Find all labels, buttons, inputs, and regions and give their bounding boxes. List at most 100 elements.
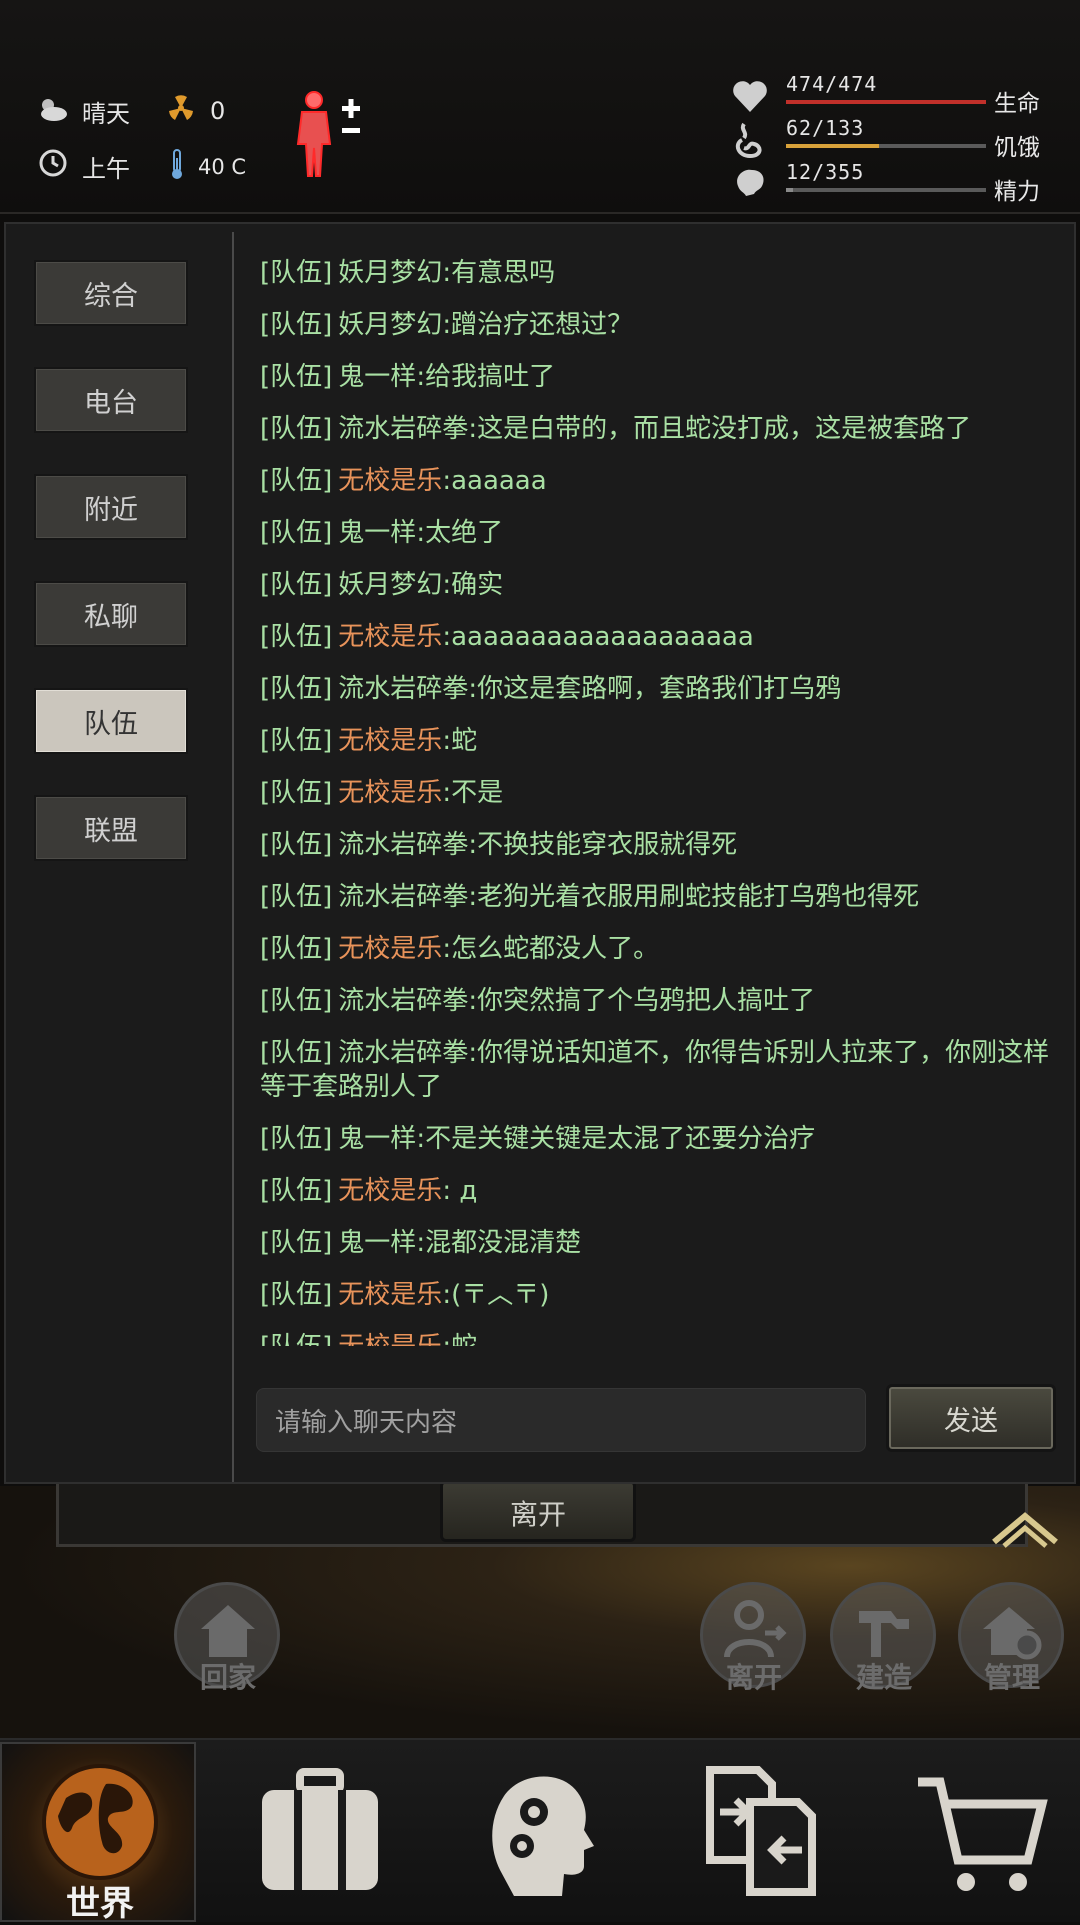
message-channel: [队伍] <box>260 986 333 1016</box>
body-status-icon[interactable] <box>292 88 366 180</box>
message-text: :不是关键关键是太混了还要分治疗 <box>416 1124 816 1154</box>
globe-icon <box>42 1764 158 1880</box>
tab-channel[interactable]: 队伍 <box>34 688 188 754</box>
message-text: :不是 <box>442 778 504 808</box>
message-sender[interactable]: 鬼一样 <box>338 518 416 548</box>
thermometer-icon <box>170 148 184 186</box>
chat-message: [队伍] 流水岩碎拳:你这是套路啊，套路我们打乌鸦 <box>260 672 1060 706</box>
message-sender[interactable]: 鬼一样 <box>338 1124 416 1154</box>
message-sender[interactable]: 流水岩碎拳 <box>338 1038 468 1068</box>
message-channel: [队伍] <box>260 518 333 548</box>
message-text: :不换技能穿衣服就得死 <box>468 830 738 860</box>
leave-label: 离开 <box>725 1661 782 1694</box>
message-channel: [队伍] <box>260 310 333 340</box>
tab-channel[interactable]: 私聊 <box>34 581 188 647</box>
message-text: :蛇 <box>442 1332 477 1346</box>
hunger-fill <box>786 144 880 148</box>
message-sender[interactable]: 流水岩碎拳 <box>338 674 468 704</box>
message-sender[interactable]: 鬼一样 <box>338 1228 416 1258</box>
message-channel: [队伍] <box>260 1124 333 1154</box>
hunger-bar: 62/133 饥饿 <box>730 116 1050 161</box>
energy-label: 精力 <box>994 179 1040 205</box>
radiation-value: 0 <box>210 97 226 125</box>
message-channel: [队伍] <box>260 830 333 860</box>
message-channel: [队伍] <box>260 1228 333 1258</box>
message-text: :给我搞吐了 <box>416 362 556 392</box>
chat-message: [队伍] 鬼一样:太绝了 <box>260 516 1060 550</box>
message-sender[interactable]: 无校是乐 <box>338 934 442 964</box>
message-sender[interactable]: 无校是乐 <box>338 622 442 652</box>
tab-channel[interactable]: 附近 <box>34 474 188 540</box>
message-sender[interactable]: 妖月梦幻 <box>338 570 442 600</box>
build-label: 建造 <box>855 1661 912 1694</box>
chat-message: [队伍] 无校是乐:蛇 <box>260 1330 1060 1346</box>
nav-backpack[interactable] <box>240 1750 400 1910</box>
energy-track <box>786 188 986 192</box>
chevron-up-icon[interactable] <box>990 1504 1060 1548</box>
chat-message: [队伍] 无校是乐:不是 <box>260 776 1060 810</box>
message-channel: [队伍] <box>260 1280 333 1310</box>
nav-world-label: 世界 <box>66 1884 134 1924</box>
message-text: :有意思吗 <box>442 258 556 288</box>
chat-message: [队伍] 流水岩碎拳:你突然搞了个乌鸦把人搞吐了 <box>260 984 1060 1018</box>
bottom-nav: 世界 <box>0 1738 1080 1924</box>
message-text: :你这是套路啊，套路我们打乌鸦 <box>468 674 842 704</box>
message-sender[interactable]: 流水岩碎拳 <box>338 830 468 860</box>
message-sender[interactable]: 无校是乐 <box>338 1332 442 1346</box>
message-channel: [队伍] <box>260 362 333 392</box>
clock-icon <box>38 148 68 184</box>
partly-cloudy-icon <box>36 96 68 128</box>
message-list[interactable]: [队伍] 妖月梦幻:有意思吗 [队伍] 妖月梦幻:蹭治疗还想过？ [队伍] 鬼一样:给我搞… <box>260 256 1060 1346</box>
message-sender[interactable]: 无校是乐 <box>338 778 442 808</box>
weather-label: 晴天 <box>82 100 130 128</box>
chat-message: [队伍] 妖月梦幻:有意思吗 <box>260 256 1060 290</box>
chat-message: [队伍] 无校是乐:(〒︿〒) <box>260 1278 1060 1312</box>
leave-button[interactable]: 离开 <box>440 1480 636 1542</box>
tab-channel[interactable]: 电台 <box>34 367 188 433</box>
send-button[interactable]: 发送 <box>886 1384 1056 1452</box>
message-sender[interactable]: 流水岩碎拳 <box>338 882 468 912</box>
life-fill <box>786 100 986 104</box>
message-text: :蛇 <box>442 726 478 756</box>
nav-skills[interactable] <box>460 1750 620 1910</box>
radiation-status: 0 <box>166 94 225 128</box>
message-sender[interactable]: 妖月梦幻 <box>338 310 442 340</box>
stomach-icon <box>730 120 770 160</box>
nav-shop[interactable] <box>900 1750 1060 1910</box>
radiation-icon <box>166 94 196 128</box>
chat-input[interactable]: 请输入聊天内容 <box>256 1388 866 1452</box>
chat-panel: 综合 电台 附近 私聊 队伍 联盟 [队伍] 妖月梦幻:有意思吗 [队伍] 妖月梦幻:蹭治疗还想… <box>4 222 1076 1484</box>
chat-message: [队伍] 鬼一样:给我搞吐了 <box>260 360 1060 394</box>
message-sender[interactable]: 流水岩碎拳 <box>338 414 468 444</box>
message-text: :太绝了 <box>416 518 504 548</box>
hunger-value: 62/133 <box>786 116 865 140</box>
message-sender[interactable]: 无校是乐 <box>338 1280 442 1310</box>
message-text: :aaaaaa <box>442 466 547 496</box>
message-sender[interactable]: 无校是乐 <box>338 466 442 496</box>
message-sender[interactable]: 无校是乐 <box>338 1176 442 1206</box>
message-channel: [队伍] <box>260 1176 333 1206</box>
message-sender[interactable]: 鬼一样 <box>338 362 416 392</box>
tab-channel[interactable]: 联盟 <box>34 795 188 861</box>
chat-message: [队伍] 流水岩碎拳:这是白带的，而且蛇没打成，这是被套路了 <box>260 412 1060 446</box>
message-sender[interactable]: 无校是乐 <box>338 726 442 756</box>
message-text: :老狗光着衣服用刷蛇技能打乌鸦也得死 <box>468 882 920 912</box>
message-text: :混都没混清楚 <box>416 1228 582 1258</box>
weather-status: 晴天 <box>36 94 130 129</box>
message-channel: [队伍] <box>260 1332 332 1346</box>
nav-world[interactable]: 世界 <box>0 1742 196 1924</box>
chat-message: [队伍] 鬼一样:混都没混清楚 <box>260 1226 1060 1260</box>
status-bar: 晴天 0 上午 40 C 474/474 生命 62/133 饥饿 12/355… <box>0 0 1080 214</box>
message-channel: [队伍] <box>260 622 333 652</box>
message-text: :确实 <box>442 570 504 600</box>
message-sender[interactable]: 妖月梦幻 <box>338 258 442 288</box>
chat-message: [队伍] 无校是乐:aaaaaa <box>260 464 1060 498</box>
message-channel: [队伍] <box>260 726 333 756</box>
nav-trade[interactable] <box>680 1750 840 1910</box>
chat-message: [队伍] 无校是乐:怎么蛇都没人了。 <box>260 932 1060 966</box>
chat-message: [队伍] 妖月梦幻:确实 <box>260 568 1060 602</box>
home-label: 回家 <box>199 1661 256 1694</box>
life-track <box>786 100 986 104</box>
message-sender[interactable]: 流水岩碎拳 <box>338 986 468 1016</box>
tab-channel[interactable]: 综合 <box>34 260 188 326</box>
